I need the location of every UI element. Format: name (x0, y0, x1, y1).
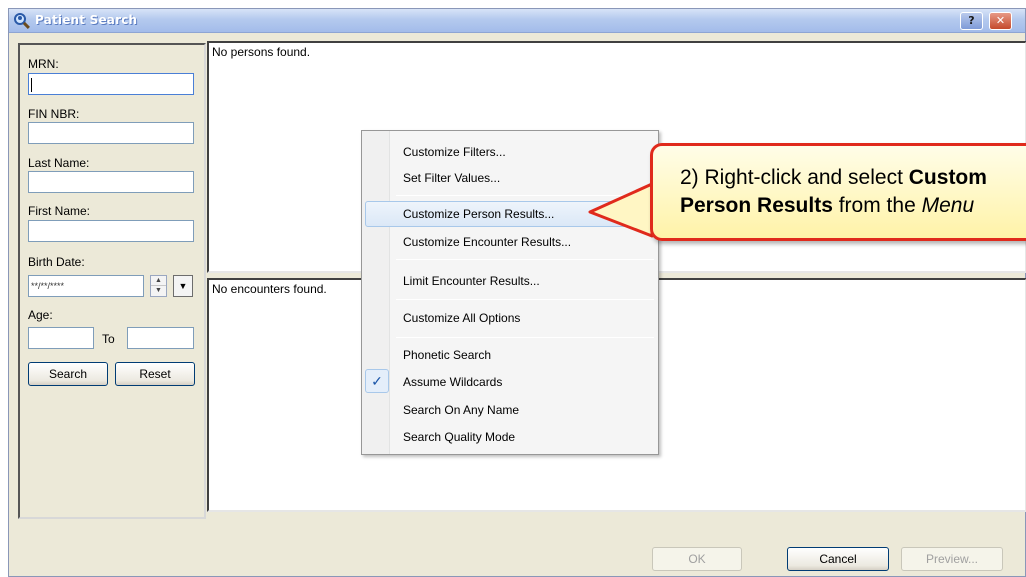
callout-bold-2: Person Results (680, 194, 833, 217)
instruction-callout: 2) Right-click and select Custom Person … (650, 143, 1026, 241)
reset-button[interactable]: Reset (115, 362, 195, 386)
context-menu: Customize Filters... Set Filter Values..… (361, 130, 659, 455)
callout-bold-1: Custom (908, 166, 987, 189)
age-label: Age: (28, 308, 53, 322)
text-caret (31, 77, 32, 92)
last-name-label: Last Name: (28, 156, 90, 170)
birth-date-input[interactable]: **/**/**** (28, 275, 144, 297)
callout-prefix: 2) Right-click and select (680, 166, 909, 189)
persons-empty-message: No persons found. (212, 45, 311, 59)
fin-input[interactable] (28, 122, 194, 144)
patient-search-icon (14, 13, 30, 29)
last-name-input[interactable] (28, 171, 194, 193)
close-button[interactable]: ✕ (989, 12, 1012, 30)
menu-item-search-on-any-name[interactable]: Search On Any Name (365, 397, 655, 423)
callout-italic: Menu (921, 194, 975, 217)
menu-item-limit-encounter-results[interactable]: Limit Encounter Results... (365, 268, 655, 294)
age-from-input[interactable] (28, 327, 94, 349)
callout-pointer-arrow (588, 182, 654, 238)
spin-down-icon[interactable]: ▼ (151, 286, 166, 296)
menu-item-customize-all-options[interactable]: Customize All Options (365, 305, 655, 331)
birth-date-spinner[interactable]: ▲ ▼ (150, 275, 167, 297)
first-name-label: First Name: (28, 204, 91, 218)
spin-up-icon[interactable]: ▲ (151, 276, 166, 286)
search-panel: MRN: FIN NBR: Last Name: First Name: Bir… (18, 43, 206, 519)
help-button[interactable]: ? (960, 12, 983, 30)
callout-mid: from the (832, 194, 922, 217)
birth-date-label: Birth Date: (28, 255, 85, 269)
preview-button[interactable]: Preview... (901, 547, 1003, 571)
search-button[interactable]: Search (28, 362, 108, 386)
menu-separator (396, 337, 654, 338)
mrn-label: MRN: (28, 57, 59, 71)
ok-button[interactable]: OK (652, 547, 742, 571)
age-to-label: To (102, 332, 115, 346)
cancel-button[interactable]: Cancel (787, 547, 889, 571)
mrn-input[interactable] (28, 73, 194, 95)
menu-separator (396, 299, 654, 300)
first-name-input[interactable] (28, 220, 194, 242)
menu-separator (396, 259, 654, 260)
menu-item-assume-wildcards[interactable]: Assume Wildcards (365, 369, 655, 395)
window-title: Patient Search (35, 13, 138, 27)
menu-item-search-quality-mode[interactable]: Search Quality Mode (365, 424, 655, 450)
callout-text: 2) Right-click and select Custom Person … (680, 164, 987, 220)
encounters-empty-message: No encounters found. (212, 282, 327, 296)
title-bar[interactable]: Patient Search ? ✕ (9, 9, 1025, 33)
age-to-input[interactable] (127, 327, 194, 349)
birth-date-dropdown-icon[interactable]: ▼ (173, 275, 193, 297)
fin-label: FIN NBR: (28, 107, 80, 121)
menu-item-customize-filters[interactable]: Customize Filters... (365, 139, 655, 165)
menu-item-phonetic-search[interactable]: Phonetic Search (365, 342, 655, 368)
